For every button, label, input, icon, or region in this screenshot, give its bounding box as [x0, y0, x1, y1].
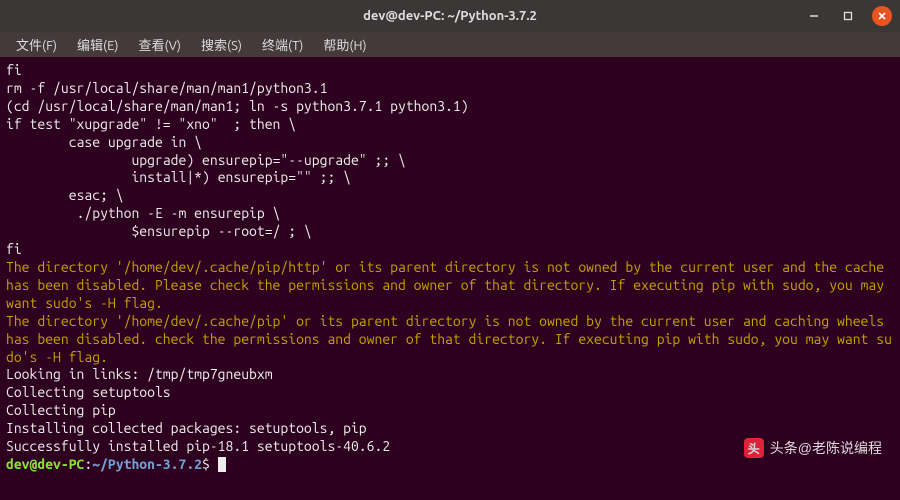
- menu-help[interactable]: 帮助(H): [315, 33, 374, 56]
- menu-view[interactable]: 查看(V): [131, 33, 189, 56]
- prompt-user-host: dev@dev-PC: [6, 456, 84, 472]
- terminal-output[interactable]: fi rm -f /usr/local/share/man/man1/pytho…: [0, 58, 900, 500]
- prompt-path: ~/Python-3.7.2: [92, 456, 202, 472]
- titlebar: dev@dev-PC: ~/Python-3.7.2: [0, 0, 900, 32]
- prompt-symbol: $: [202, 456, 210, 472]
- minimize-button[interactable]: [804, 6, 824, 26]
- maximize-button[interactable]: [838, 6, 858, 26]
- output-text: Looking in links: /tmp/tmp7gneubxm Colle…: [6, 366, 390, 454]
- output-warning: The directory '/home/dev/.cache/pip/http…: [6, 259, 892, 365]
- maximize-icon: [843, 11, 853, 21]
- menu-edit[interactable]: 编辑(E): [69, 33, 126, 56]
- output-text: fi rm -f /usr/local/share/man/man1/pytho…: [6, 62, 469, 257]
- cursor: [218, 457, 226, 472]
- close-icon: [877, 11, 887, 21]
- close-button[interactable]: [872, 6, 892, 26]
- window-controls: [804, 6, 892, 26]
- window-title: dev@dev-PC: ~/Python-3.7.2: [8, 9, 892, 23]
- menu-terminal[interactable]: 终端(T): [254, 33, 311, 56]
- menu-search[interactable]: 搜索(S): [193, 33, 250, 56]
- minimize-icon: [809, 11, 819, 21]
- menubar: 文件(F) 编辑(E) 查看(V) 搜索(S) 终端(T) 帮助(H): [0, 32, 900, 58]
- menu-file[interactable]: 文件(F): [8, 33, 65, 56]
